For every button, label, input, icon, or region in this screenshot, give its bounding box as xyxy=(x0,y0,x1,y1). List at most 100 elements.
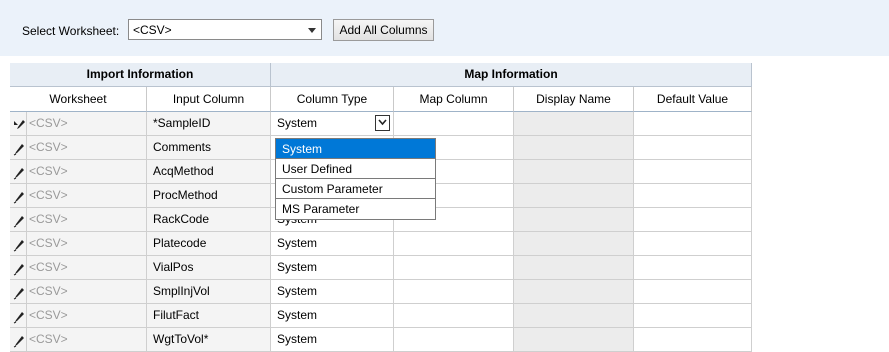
row-selector[interactable] xyxy=(10,184,27,208)
table-row[interactable]: <CSV> Platecode System xyxy=(10,232,752,256)
cell-display-name[interactable] xyxy=(514,112,634,136)
cell-display-name[interactable] xyxy=(514,184,634,208)
cell-input-column[interactable]: VialPos xyxy=(147,256,271,280)
cell-default-value[interactable] xyxy=(634,304,752,328)
row-selector[interactable] xyxy=(10,112,27,136)
cell-column-type[interactable]: System xyxy=(271,304,394,328)
column-header-map-column[interactable]: Map Column xyxy=(394,87,514,112)
cell-worksheet-text: <CSV> xyxy=(29,116,68,130)
table-row[interactable]: <CSV> SmplInjVol System xyxy=(10,280,752,304)
add-all-columns-button[interactable]: Add All Columns xyxy=(333,19,434,41)
cell-map-column[interactable] xyxy=(394,304,514,328)
table-row[interactable]: <CSV> WgtToVol* System xyxy=(10,328,752,352)
cell-worksheet[interactable]: <CSV> xyxy=(27,280,147,304)
cell-map-column[interactable] xyxy=(394,280,514,304)
row-selector[interactable] xyxy=(10,280,27,304)
cell-display-name[interactable] xyxy=(514,136,634,160)
cell-input-column[interactable]: Platecode xyxy=(147,232,271,256)
worksheet-select[interactable]: <CSV> xyxy=(128,19,322,40)
cell-worksheet-text: <CSV> xyxy=(29,140,68,154)
import-information-header: Import Information xyxy=(10,63,271,87)
pencil-icon xyxy=(13,213,25,228)
cell-worksheet-text: <CSV> xyxy=(29,212,68,226)
dropdown-option-custom-parameter[interactable]: Custom Parameter xyxy=(276,179,435,199)
cell-column-type[interactable]: System xyxy=(271,232,394,256)
cell-input-column[interactable]: SmplInjVol xyxy=(147,280,271,304)
cell-default-value[interactable] xyxy=(634,256,752,280)
row-selector[interactable] xyxy=(10,232,27,256)
cell-input-column-text: WgtToVol* xyxy=(153,332,209,346)
cell-default-value[interactable] xyxy=(634,232,752,256)
dropdown-option-ms-parameter[interactable]: MS Parameter xyxy=(276,199,435,219)
cell-worksheet[interactable]: <CSV> xyxy=(27,256,147,280)
column-type-dropdown-button[interactable] xyxy=(375,115,390,131)
cell-input-column-text: *SampleID xyxy=(153,116,211,130)
row-selector[interactable] xyxy=(10,208,27,232)
cell-input-column[interactable]: FilutFact xyxy=(147,304,271,328)
cell-column-type-text: System xyxy=(277,332,318,346)
cell-default-value[interactable] xyxy=(634,160,752,184)
cell-default-value[interactable] xyxy=(634,136,752,160)
cell-column-type[interactable]: System xyxy=(271,328,394,352)
cell-input-column-text: FilutFact xyxy=(153,308,200,322)
dropdown-option-user-defined[interactable]: User Defined xyxy=(276,159,435,179)
cell-input-column[interactable]: WgtToVol* xyxy=(147,328,271,352)
cell-display-name[interactable] xyxy=(514,328,634,352)
dropdown-option-system[interactable]: System xyxy=(276,139,435,159)
cell-display-name[interactable] xyxy=(514,280,634,304)
column-header-default-value[interactable]: Default Value xyxy=(634,87,752,112)
column-header-worksheet[interactable]: Worksheet xyxy=(10,87,147,112)
cell-display-name[interactable] xyxy=(514,208,634,232)
cell-default-value[interactable] xyxy=(634,328,752,352)
cell-map-column[interactable] xyxy=(394,328,514,352)
pencil-icon xyxy=(13,237,25,252)
cell-map-column[interactable] xyxy=(394,232,514,256)
cell-worksheet[interactable]: <CSV> xyxy=(27,328,147,352)
column-header-column-type[interactable]: Column Type xyxy=(271,87,394,112)
cell-input-column-text: SmplInjVol xyxy=(153,284,210,298)
row-selector[interactable] xyxy=(10,136,27,160)
cell-map-column[interactable] xyxy=(394,256,514,280)
cell-worksheet[interactable]: <CSV> xyxy=(27,112,147,136)
toolbar: Select Worksheet: <CSV> Add All Columns xyxy=(0,0,889,56)
cell-column-type[interactable]: System xyxy=(271,256,394,280)
pencil-icon xyxy=(13,285,25,300)
cell-default-value[interactable] xyxy=(634,208,752,232)
cell-input-column[interactable]: AcqMethod xyxy=(147,160,271,184)
cell-worksheet[interactable]: <CSV> xyxy=(27,208,147,232)
cell-column-type[interactable]: System xyxy=(271,280,394,304)
row-selector[interactable] xyxy=(10,160,27,184)
cell-column-type[interactable]: System xyxy=(271,112,394,136)
cell-default-value[interactable] xyxy=(634,184,752,208)
table-row[interactable]: <CSV> FilutFact System xyxy=(10,304,752,328)
chevron-down-icon[interactable] xyxy=(308,28,316,33)
table-row[interactable]: <CSV> *SampleID System xyxy=(10,112,752,136)
row-selector[interactable] xyxy=(10,304,27,328)
cell-worksheet[interactable]: <CSV> xyxy=(27,304,147,328)
cell-input-column[interactable]: ProcMethod xyxy=(147,184,271,208)
cell-display-name[interactable] xyxy=(514,256,634,280)
cell-default-value[interactable] xyxy=(634,280,752,304)
worksheet-select-value: <CSV> xyxy=(133,23,172,37)
cell-worksheet[interactable]: <CSV> xyxy=(27,184,147,208)
cell-input-column-text: ProcMethod xyxy=(153,188,218,202)
table-row[interactable]: <CSV> VialPos System xyxy=(10,256,752,280)
cell-display-name[interactable] xyxy=(514,232,634,256)
row-selector[interactable] xyxy=(10,256,27,280)
cell-worksheet-text: <CSV> xyxy=(29,236,68,250)
pencil-icon xyxy=(13,165,25,180)
cell-worksheet[interactable]: <CSV> xyxy=(27,136,147,160)
column-header-input-column[interactable]: Input Column xyxy=(147,87,271,112)
cell-input-column[interactable]: RackCode xyxy=(147,208,271,232)
cell-input-column-text: RackCode xyxy=(153,212,210,226)
column-header-display-name[interactable]: Display Name xyxy=(514,87,634,112)
cell-map-column[interactable] xyxy=(394,112,514,136)
cell-input-column[interactable]: *SampleID xyxy=(147,112,271,136)
cell-display-name[interactable] xyxy=(514,304,634,328)
cell-worksheet[interactable]: <CSV> xyxy=(27,160,147,184)
cell-worksheet[interactable]: <CSV> xyxy=(27,232,147,256)
row-selector[interactable] xyxy=(10,328,27,352)
cell-input-column[interactable]: Comments xyxy=(147,136,271,160)
cell-default-value[interactable] xyxy=(634,112,752,136)
cell-display-name[interactable] xyxy=(514,160,634,184)
